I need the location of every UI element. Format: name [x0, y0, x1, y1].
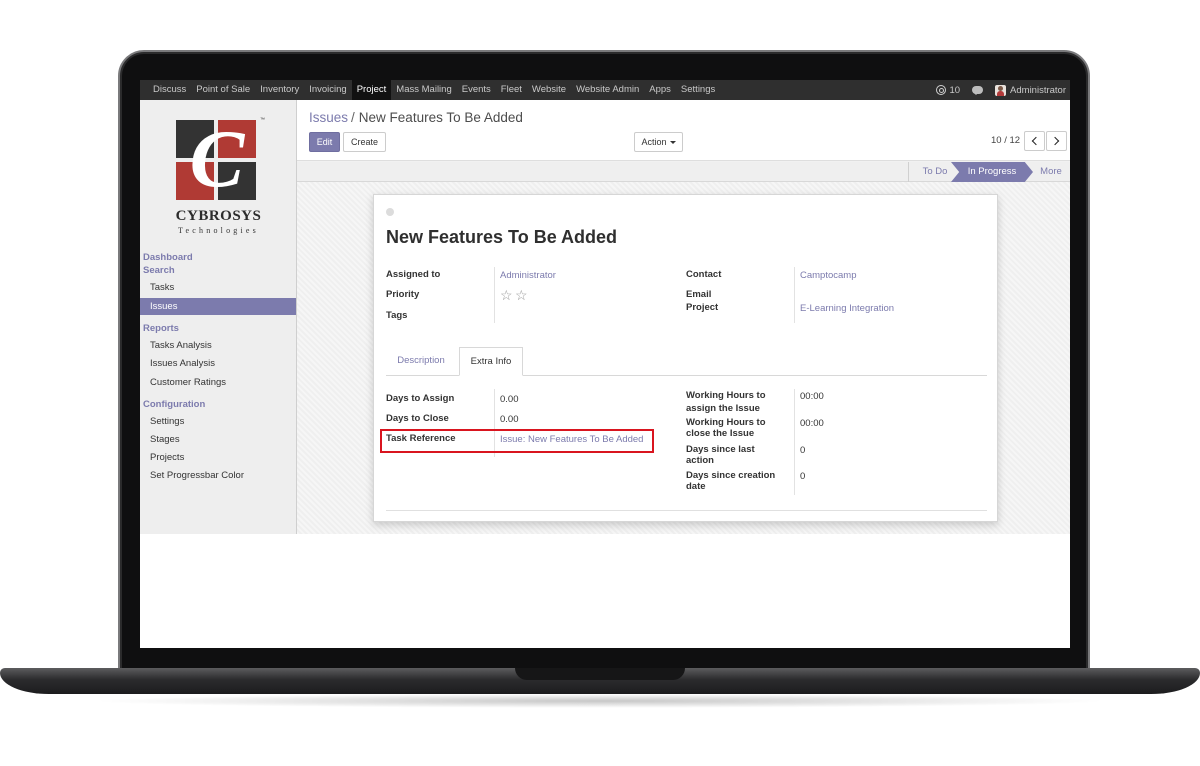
chat-icon	[972, 86, 984, 95]
logo-trademark: ™	[260, 117, 265, 123]
action-dropdown[interactable]: Action	[634, 132, 683, 152]
sidebar-item-tasks[interactable]: Tasks	[140, 279, 296, 296]
days-to-assign-value: 0.00	[500, 394, 519, 405]
menu-invoicing[interactable]: Invoicing	[304, 80, 352, 100]
pager-previous-button[interactable]	[1024, 131, 1045, 151]
priority-star-1-icon[interactable]: ☆	[500, 288, 513, 302]
sidebar-dashboard[interactable]: Dashboard	[143, 252, 193, 263]
menu-fleet[interactable]: Fleet	[496, 80, 527, 100]
days-creation-label: Days since creation date	[686, 470, 776, 492]
contact-label: Contact	[686, 269, 722, 280]
app-menu: Discuss Point of Sale Inventory Invoicin…	[148, 80, 720, 100]
breadcrumb-issues-link[interactable]: Issues	[309, 110, 348, 125]
pager-value: 10 / 12	[991, 135, 1021, 146]
sidebar-reports-heading[interactable]: Reports	[143, 323, 179, 334]
sidebar-item-projects[interactable]: Projects	[140, 449, 296, 466]
assigned-to-value[interactable]: Administrator	[500, 270, 556, 281]
days-last-action-value: 0	[800, 445, 806, 456]
user-menu[interactable]: Administrator	[995, 84, 1066, 96]
form-sheet: New Features To Be Added Assigned to Adm…	[373, 194, 998, 522]
assigned-to-label: Assigned to	[386, 269, 441, 280]
days-to-close-label: Days to Close	[386, 413, 449, 424]
logo-name: CYBROSYS	[175, 208, 262, 224]
menu-discuss[interactable]: Discuss	[148, 80, 191, 100]
cybrosys-logo-icon: C	[176, 114, 258, 204]
caret-down-icon	[669, 141, 676, 145]
avatar	[995, 84, 1007, 96]
sidebar-item-customer-ratings[interactable]: Customer Ratings	[140, 374, 296, 391]
stage-more[interactable]: More	[1034, 162, 1068, 182]
sidebar-item-stages[interactable]: Stages	[140, 431, 296, 448]
pager-next-button[interactable]	[1046, 131, 1067, 151]
sidebar-configuration-heading[interactable]: Configuration	[143, 399, 205, 410]
top-navbar: Discuss Point of Sale Inventory Invoicin…	[140, 80, 1070, 100]
screen: Discuss Point of Sale Inventory Invoicin…	[140, 80, 1070, 648]
menu-inventory[interactable]: Inventory	[255, 80, 304, 100]
days-last-action-label: Days since last action	[686, 444, 755, 466]
sidebar-item-issues-analysis[interactable]: Issues Analysis	[140, 355, 296, 372]
tags-label: Tags	[386, 310, 408, 321]
project-label: Project	[686, 302, 719, 313]
wh-close-label: Working Hours to close the Issue	[686, 417, 766, 439]
breadcrumb-separator: /	[351, 110, 355, 125]
days-creation-value: 0	[800, 471, 806, 482]
menu-point-of-sale[interactable]: Point of Sale	[191, 80, 255, 100]
tab-description[interactable]: Description	[386, 347, 456, 376]
sidebar-item-settings[interactable]: Settings	[140, 413, 296, 430]
wh-close-value: 00:00	[800, 418, 824, 429]
menu-website-admin[interactable]: Website Admin	[571, 80, 644, 100]
sheet-bottom-divider	[386, 510, 987, 511]
chevron-right-icon	[1050, 136, 1060, 146]
menu-mass-mailing[interactable]: Mass Mailing	[391, 80, 456, 100]
sidebar-item-set-progressbar-color[interactable]: Set Progressbar Color	[140, 467, 296, 484]
kanban-state-dot[interactable]	[386, 208, 394, 216]
sidebar-search-heading[interactable]: Search	[143, 265, 175, 276]
user-name: Administrator	[1010, 84, 1066, 96]
control-panel: Issues / New Features To Be Added Edit Cre…	[297, 100, 1070, 161]
menu-events[interactable]: Events	[457, 80, 496, 100]
priority-star-2-icon[interactable]: ☆	[515, 288, 528, 302]
mentions-button[interactable]: 10	[936, 85, 960, 96]
create-button[interactable]: Create	[343, 132, 386, 152]
menu-website[interactable]: Website	[527, 80, 571, 100]
project-value[interactable]: E-Learning Integration	[800, 303, 894, 314]
laptop-notch	[515, 668, 685, 680]
main-content: Issues / New Features To Be Added Edit Cre…	[297, 100, 1070, 534]
laptop-shadow	[90, 694, 1110, 708]
systray: 10 Administrator	[924, 80, 1066, 100]
at-icon	[936, 85, 947, 95]
chat-button[interactable]	[972, 86, 984, 95]
sidebar-item-tasks-analysis[interactable]: Tasks Analysis	[140, 337, 296, 354]
priority-label: Priority	[386, 289, 420, 300]
wh-assign-label: Working Hours to assign the Issue	[686, 390, 766, 414]
status-bar: To Do In Progress More	[297, 162, 1070, 182]
menu-project[interactable]: Project	[351, 80, 392, 100]
breadcrumb: Issues / New Features To Be Added	[309, 110, 523, 125]
days-to-close-value: 0.00	[500, 414, 519, 425]
breadcrumb-current: New Features To Be Added	[358, 110, 523, 125]
contact-value[interactable]: Camptocamp	[800, 270, 857, 281]
chevron-left-icon	[1031, 136, 1041, 146]
tab-extra-info[interactable]: Extra Info	[459, 347, 523, 376]
action-label: Action	[641, 137, 667, 147]
stage-todo[interactable]: To Do	[908, 162, 961, 182]
task-reference-highlight	[380, 429, 654, 453]
sidebar: C ™ CYBROSYS Technologies Dashboard Sear…	[140, 100, 297, 534]
days-to-assign-label: Days to Assign	[386, 393, 455, 404]
logo-subtitle: Technologies	[178, 226, 259, 235]
menu-apps[interactable]: Apps	[644, 80, 676, 100]
wh-assign-value: 00:00	[800, 391, 824, 402]
menu-settings[interactable]: Settings	[676, 80, 720, 100]
edit-button[interactable]: Edit	[309, 132, 340, 152]
email-label: Email	[686, 289, 712, 300]
sidebar-item-issues[interactable]: Issues	[140, 298, 296, 315]
mentions-count: 10	[949, 84, 961, 96]
issue-title: New Features To Be Added	[386, 227, 618, 247]
stage-in-progress[interactable]: In Progress	[951, 162, 1033, 182]
